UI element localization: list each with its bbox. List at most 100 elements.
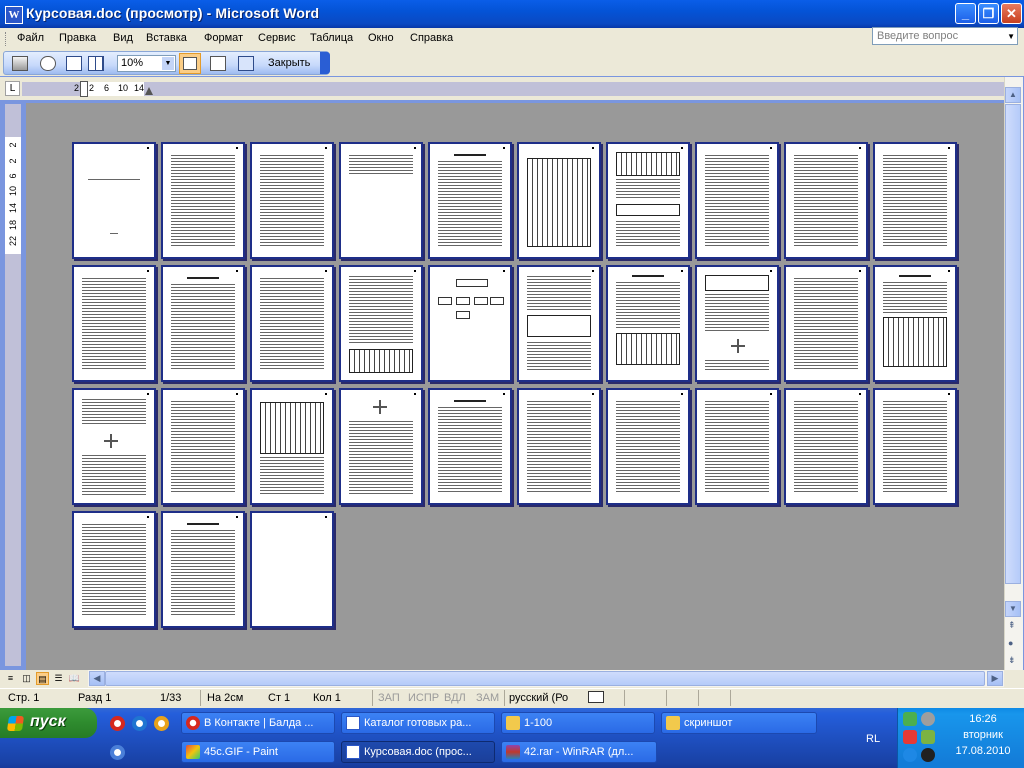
page-thumbnail[interactable] xyxy=(161,511,245,628)
status-language[interactable]: русский (Ро xyxy=(509,692,568,704)
task-vkontakte[interactable]: В Контакте | Балда ... xyxy=(181,712,335,734)
next-page-icon[interactable]: ⇟ xyxy=(1008,655,1016,666)
task-winrar[interactable]: 42.rar - WinRAR (дл... xyxy=(501,741,657,763)
close-preview-button[interactable]: Закрыть xyxy=(268,57,310,69)
start-button[interactable]: пуск xyxy=(0,708,97,738)
page-thumbnail[interactable] xyxy=(250,142,334,259)
menu-insert[interactable]: Вставка xyxy=(146,32,187,44)
bluetooth-icon[interactable] xyxy=(903,748,917,762)
status-record[interactable]: ЗАП xyxy=(378,692,400,704)
menu-file[interactable]: Файл xyxy=(17,32,44,44)
tab-selector[interactable]: L xyxy=(5,81,20,96)
task-catalog[interactable]: Каталог готовых ра... xyxy=(341,712,495,734)
page-thumbnail[interactable] xyxy=(161,142,245,259)
scroll-right-button[interactable]: ▶ xyxy=(987,671,1003,686)
page-thumbnail[interactable] xyxy=(339,265,423,382)
select-browse-object-icon[interactable]: ● xyxy=(1008,638,1013,648)
clock[interactable]: 16:26 вторник 17.08.2010 xyxy=(953,713,1013,757)
toolbar-options-button[interactable] xyxy=(320,52,330,74)
menu-window[interactable]: Окно xyxy=(368,32,394,44)
menu-tools[interactable]: Сервис xyxy=(258,32,296,44)
page-thumbnail[interactable] xyxy=(695,265,779,382)
page-thumbnail[interactable] xyxy=(428,265,512,382)
media-player-icon[interactable] xyxy=(154,716,169,731)
page-thumbnail[interactable] xyxy=(339,142,423,259)
language-indicator[interactable]: RL xyxy=(866,733,880,745)
status-track-changes[interactable]: ИСПР xyxy=(408,692,439,704)
ask-question-input[interactable]: Введите вопрос ▼ xyxy=(872,27,1018,45)
page-thumbnail[interactable] xyxy=(873,142,957,259)
shrink-to-fit-icon[interactable] xyxy=(210,56,226,71)
outline-view-icon[interactable]: ☰ xyxy=(52,672,65,685)
menu-grip[interactable] xyxy=(5,32,9,46)
task-folder-screenshot[interactable]: скриншот xyxy=(661,712,817,734)
internet-explorer-icon[interactable] xyxy=(132,716,147,731)
zoom-select[interactable]: 10% ▼ xyxy=(117,55,176,72)
vertical-scroll-thumb[interactable] xyxy=(1005,104,1021,584)
close-button[interactable]: ✕ xyxy=(1001,3,1022,24)
menu-help[interactable]: Справка xyxy=(410,32,453,44)
page-thumbnail[interactable] xyxy=(873,388,957,505)
page-thumbnail[interactable] xyxy=(517,265,601,382)
task-folder-1-100[interactable]: 1-100 xyxy=(501,712,655,734)
desktop-icon[interactable] xyxy=(110,745,125,760)
normal-view-icon[interactable]: ≡ xyxy=(4,672,17,685)
page-thumbnail[interactable] xyxy=(250,511,334,628)
page-thumbnail[interactable] xyxy=(784,388,868,505)
page-thumbnail[interactable] xyxy=(339,388,423,505)
menu-table[interactable]: Таблица xyxy=(310,32,353,44)
menu-view[interactable]: Вид xyxy=(113,32,133,44)
print-layout-icon[interactable]: ▤ xyxy=(36,672,49,685)
page-thumbnail[interactable] xyxy=(161,265,245,382)
view-ruler-button[interactable] xyxy=(179,53,201,74)
minimize-button[interactable]: _ xyxy=(955,3,976,24)
horizontal-scroll-thumb[interactable] xyxy=(105,671,985,686)
spelling-check-icon[interactable] xyxy=(588,691,604,703)
page-thumbnail[interactable] xyxy=(784,265,868,382)
page-thumbnail[interactable] xyxy=(428,388,512,505)
page-thumbnail[interactable] xyxy=(517,142,601,259)
maximize-button[interactable]: ❐ xyxy=(978,3,999,24)
menu-edit[interactable]: Правка xyxy=(59,32,96,44)
page-thumbnail[interactable] xyxy=(250,388,334,505)
task-kursovaya[interactable]: Курсовая.doc (прос... xyxy=(341,741,495,763)
page-thumbnail[interactable] xyxy=(695,388,779,505)
scroll-down-button[interactable]: ▼ xyxy=(1005,601,1021,617)
task-paint[interactable]: 45c.GIF - Paint xyxy=(181,741,335,763)
right-indent-marker[interactable] xyxy=(145,87,153,95)
multiple-pages-icon[interactable] xyxy=(88,56,104,71)
scroll-left-button[interactable]: ◀ xyxy=(89,671,105,686)
previous-page-icon[interactable]: ⇞ xyxy=(1008,620,1016,631)
page-thumbnail[interactable] xyxy=(873,265,957,382)
page-thumbnail[interactable] xyxy=(72,511,156,628)
page-thumbnail[interactable] xyxy=(784,142,868,259)
word-icon[interactable]: W xyxy=(5,6,23,24)
status-overtype[interactable]: ЗАМ xyxy=(476,692,499,704)
page-thumbnail[interactable] xyxy=(606,265,690,382)
volume-icon[interactable] xyxy=(921,748,935,762)
magnifier-icon[interactable] xyxy=(40,56,56,71)
page-thumbnail[interactable] xyxy=(695,142,779,259)
web-layout-icon[interactable]: ◫ xyxy=(20,672,33,685)
wifi-icon[interactable] xyxy=(921,730,935,744)
page-thumbnail[interactable] xyxy=(72,265,156,382)
network-icon[interactable] xyxy=(903,712,917,726)
page-thumbnail[interactable] xyxy=(606,388,690,505)
chevron-down-icon[interactable]: ▼ xyxy=(1007,32,1015,41)
security-icon[interactable] xyxy=(903,730,917,744)
page-thumbnail[interactable] xyxy=(161,388,245,505)
page-thumbnail[interactable] xyxy=(72,142,156,259)
menu-format[interactable]: Формат xyxy=(204,32,243,44)
print-icon[interactable] xyxy=(12,56,28,71)
status-extend[interactable]: ВДЛ xyxy=(444,692,466,704)
antivirus-icon[interactable] xyxy=(921,712,935,726)
page-thumbnail[interactable] xyxy=(606,142,690,259)
one-page-icon[interactable] xyxy=(66,56,82,71)
indent-marker[interactable] xyxy=(80,81,88,97)
chevron-down-icon[interactable]: ▼ xyxy=(162,57,174,70)
full-screen-icon[interactable] xyxy=(238,56,254,71)
horizontal-ruler[interactable] xyxy=(22,82,1004,96)
page-thumbnail[interactable] xyxy=(250,265,334,382)
reading-layout-icon[interactable]: 📖 xyxy=(68,672,81,685)
page-thumbnail[interactable] xyxy=(72,388,156,505)
